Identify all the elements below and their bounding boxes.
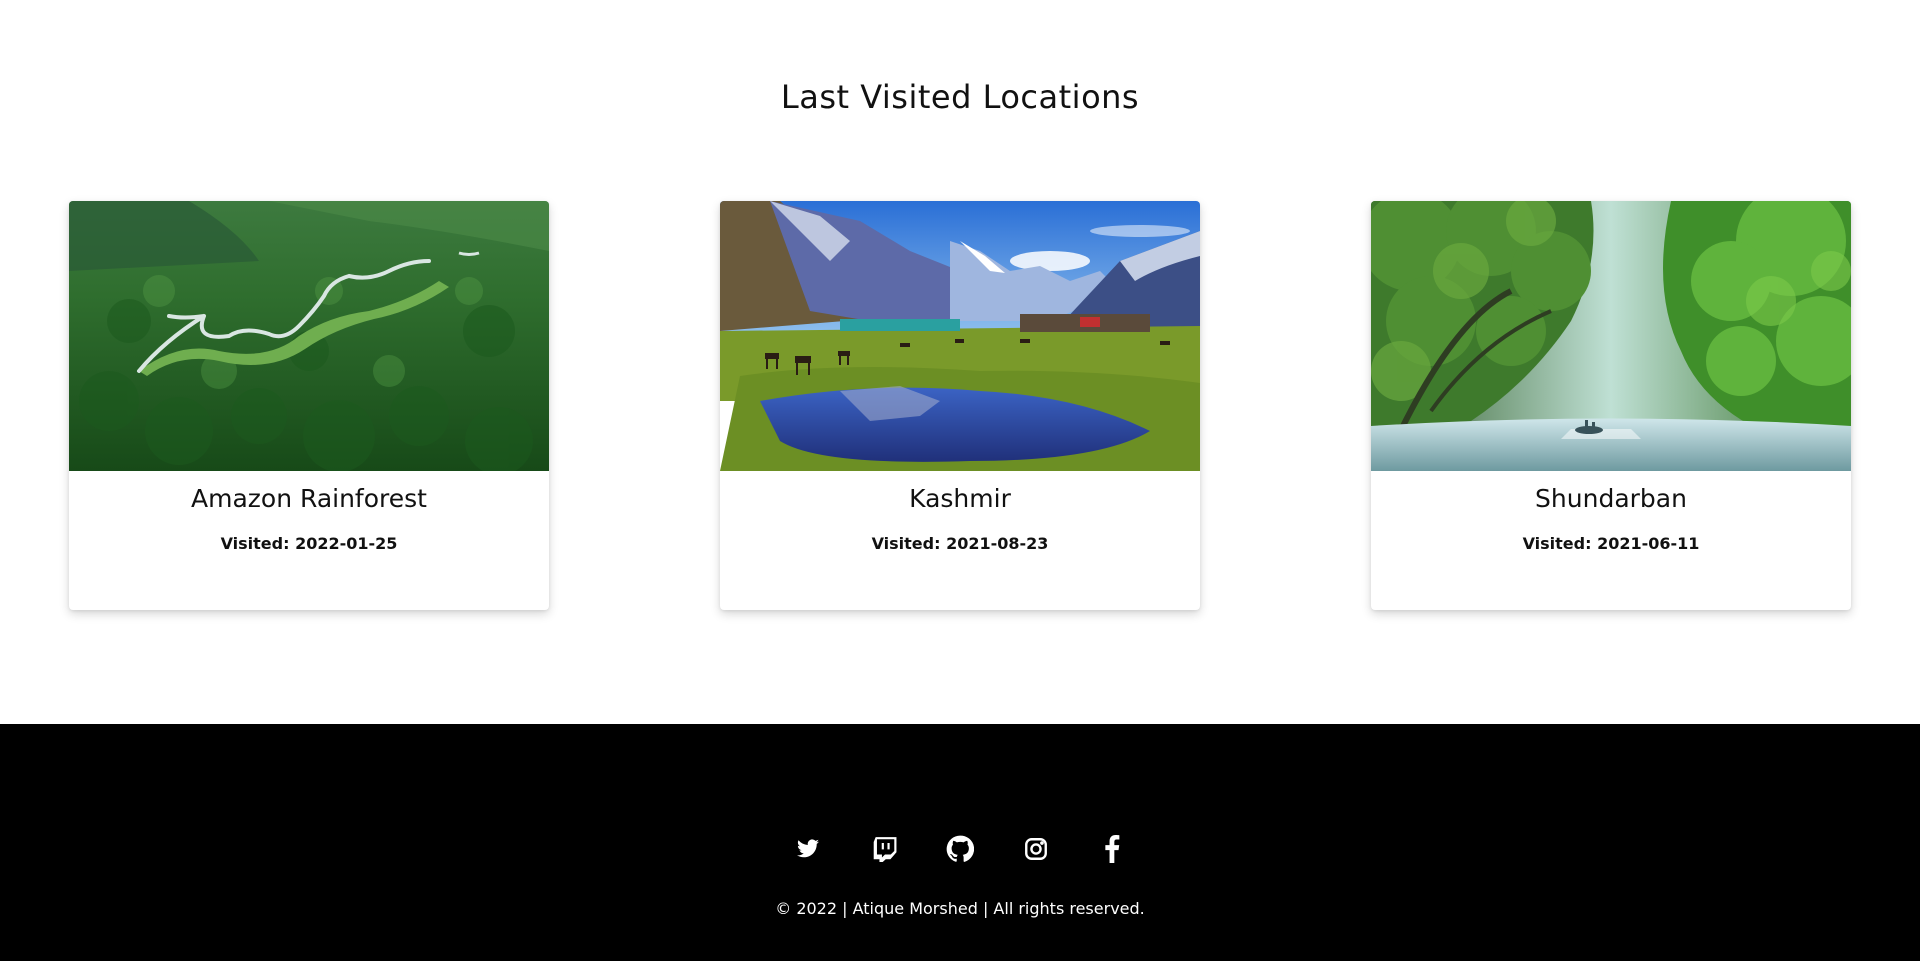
copyright-text: © 2022 | Atique Morshed | All rights res… — [775, 899, 1145, 918]
facebook-icon[interactable] — [1097, 834, 1127, 864]
card-visited-date: Visited: 2022-01-25 — [220, 534, 398, 553]
location-card-kashmir[interactable]: Kashmir Visited: 2021-08-23 — [720, 201, 1200, 610]
instagram-icon[interactable] — [1021, 834, 1051, 864]
card-title: Shundarban — [1535, 484, 1687, 513]
card-image-amazon — [69, 201, 549, 471]
location-card-amazon[interactable]: Amazon Rainforest Visited: 2022-01-25 — [69, 201, 549, 610]
page: Last Visited Locations Amazon Rainforest… — [0, 0, 1920, 961]
social-links — [0, 834, 1920, 864]
section-title: Last Visited Locations — [780, 78, 1140, 116]
card-visited-date: Visited: 2021-06-11 — [1522, 534, 1700, 553]
card-title: Amazon Rainforest — [191, 484, 427, 513]
twitter-icon[interactable] — [793, 834, 823, 864]
card-visited-date: Visited: 2021-08-23 — [871, 534, 1049, 553]
github-icon[interactable] — [945, 834, 975, 864]
twitch-icon[interactable] — [869, 834, 899, 864]
location-card-shundarban[interactable]: Shundarban Visited: 2021-06-11 — [1371, 201, 1851, 610]
card-title: Kashmir — [909, 484, 1011, 513]
card-image-shundarban — [1371, 201, 1851, 471]
card-image-kashmir — [720, 201, 1200, 471]
site-footer: © 2022 | Atique Morshed | All rights res… — [0, 724, 1920, 961]
